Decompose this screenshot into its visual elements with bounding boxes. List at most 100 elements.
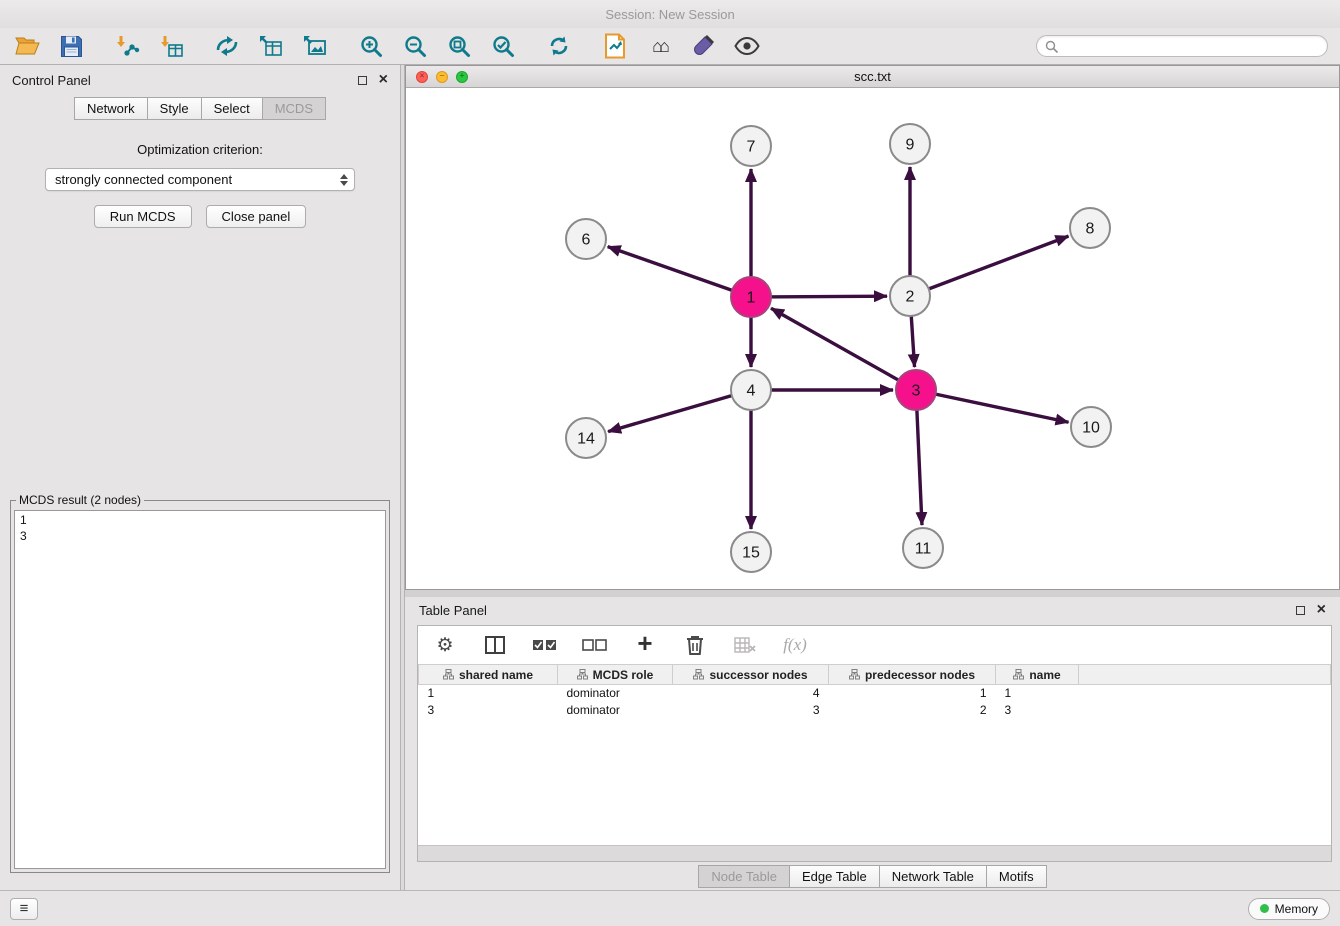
export-network-button[interactable]	[212, 31, 242, 61]
style-button[interactable]	[688, 31, 718, 61]
control-panel: Control Panel × NetworkStyleSelectMCDS O…	[0, 65, 400, 890]
dropdown-arrows-icon	[340, 174, 350, 186]
import-network-button[interactable]	[112, 31, 142, 61]
column-header-shared-name[interactable]: shared name	[419, 665, 558, 685]
window-minimize-button[interactable]: −	[436, 71, 448, 83]
remove-table-button[interactable]	[730, 632, 760, 658]
table-cell[interactable]: 1	[996, 685, 1079, 702]
table-cell[interactable]: 3	[419, 702, 558, 719]
tab-motifs[interactable]: Motifs	[986, 865, 1047, 888]
graph-node-3[interactable]: 3	[896, 370, 936, 410]
save-session-button[interactable]	[56, 31, 86, 61]
run-mcds-button[interactable]: Run MCDS	[94, 205, 192, 228]
table-cell[interactable]: dominator	[558, 685, 673, 702]
refresh-icon	[547, 34, 571, 58]
graph-edge-3-1[interactable]	[771, 308, 916, 390]
graph-edge-2-8[interactable]	[910, 236, 1068, 296]
close-table-panel-icon[interactable]: ×	[1317, 602, 1326, 618]
delete-column-button[interactable]	[680, 632, 710, 658]
import-table-icon	[158, 34, 184, 58]
add-column-button[interactable]: +	[630, 632, 660, 658]
float-table-panel-icon[interactable]	[1296, 606, 1305, 615]
function-builder-button[interactable]: f(x)	[780, 632, 810, 658]
zoom-fit-icon	[447, 34, 471, 58]
task-history-button[interactable]: ≡	[10, 898, 38, 920]
zoom-fit-button[interactable]	[444, 31, 474, 61]
table-cell[interactable]: 3	[996, 702, 1079, 719]
search-icon	[1045, 40, 1058, 53]
trash-icon	[686, 635, 704, 655]
tab-edge-table[interactable]: Edge Table	[789, 865, 879, 888]
column-header-predecessor-nodes[interactable]: predecessor nodes	[829, 665, 996, 685]
zoom-in-icon	[359, 34, 383, 58]
graph-node-2[interactable]: 2	[890, 276, 930, 316]
column-tree-icon	[1013, 669, 1024, 680]
zoom-out-button[interactable]	[400, 31, 430, 61]
split-panel-button[interactable]	[480, 632, 510, 658]
mcds-result-area[interactable]: 13	[14, 510, 386, 869]
tab-style[interactable]: Style	[147, 97, 201, 120]
graph-node-7[interactable]: 7	[731, 126, 771, 166]
tab-node-table[interactable]: Node Table	[698, 865, 789, 888]
table-cell[interactable]: 3	[673, 702, 829, 719]
export-table-button[interactable]	[256, 31, 286, 61]
close-panel-icon[interactable]: ×	[379, 72, 388, 88]
tab-network-table[interactable]: Network Table	[879, 865, 986, 888]
table-cell[interactable]: 1	[419, 685, 558, 702]
show-hide-button[interactable]	[732, 31, 762, 61]
graph-node-8[interactable]: 8	[1070, 208, 1110, 248]
table-row[interactable]: 3dominator323	[419, 702, 1331, 719]
export-image-button[interactable]	[300, 31, 330, 61]
graph-node-11[interactable]: 11	[903, 528, 943, 568]
table-row[interactable]: 1dominator411	[419, 685, 1331, 702]
graph-node-1[interactable]: 1	[731, 277, 771, 317]
home-button[interactable]: ⌂⌂	[644, 31, 674, 61]
paint-brush-icon	[691, 34, 715, 58]
table-settings-button[interactable]: ⚙	[430, 632, 460, 658]
network-window-titlebar[interactable]: × − + scc.txt	[406, 66, 1339, 88]
apply-layout-button[interactable]	[544, 31, 574, 61]
column-header-name[interactable]: name	[996, 665, 1079, 685]
open-session-button[interactable]	[12, 31, 42, 61]
memory-button[interactable]: Memory	[1248, 898, 1330, 920]
graph-edge-1-6[interactable]	[608, 247, 751, 297]
table-cell[interactable]: 4	[673, 685, 829, 702]
select-all-button[interactable]	[530, 632, 560, 658]
graph-edge-4-14[interactable]	[608, 390, 751, 432]
close-mcds-panel-button[interactable]: Close panel	[206, 205, 307, 228]
tab-select[interactable]: Select	[201, 97, 262, 120]
graph-node-6[interactable]: 6	[566, 219, 606, 259]
tab-mcds[interactable]: MCDS	[262, 97, 326, 120]
save-icon	[60, 35, 83, 58]
search-input[interactable]	[1064, 39, 1319, 53]
mcds-result-box: MCDS result (2 nodes) 13	[10, 493, 390, 873]
column-tree-icon	[443, 669, 454, 680]
app-title-bar[interactable]: Session: New Session	[0, 0, 1340, 28]
graph-edge-3-10[interactable]	[916, 390, 1068, 422]
search-box[interactable]	[1036, 35, 1328, 57]
report-button[interactable]	[600, 31, 630, 61]
column-header-successor-nodes[interactable]: successor nodes	[673, 665, 829, 685]
zoom-selected-button[interactable]	[488, 31, 518, 61]
table-cell[interactable]: 1	[829, 685, 996, 702]
graph-node-4[interactable]: 4	[731, 370, 771, 410]
network-canvas[interactable]: 7 9 6 8 1 2 4 3 14 10 15 11	[406, 88, 1339, 588]
graph-node-15[interactable]: 15	[731, 532, 771, 572]
graph-node-9[interactable]: 9	[890, 124, 930, 164]
control-panel-tabs: NetworkStyleSelectMCDS	[0, 97, 400, 120]
column-header-MCDS-role[interactable]: MCDS role	[558, 665, 673, 685]
import-table-button[interactable]	[156, 31, 186, 61]
window-zoom-button[interactable]: +	[456, 71, 468, 83]
deselect-all-button[interactable]	[580, 632, 610, 658]
table-cell[interactable]: dominator	[558, 702, 673, 719]
main-toolbar: ⌂⌂	[0, 28, 1340, 65]
tab-network[interactable]: Network	[74, 97, 147, 120]
graph-node-10[interactable]: 10	[1071, 407, 1111, 447]
window-close-button[interactable]: ×	[416, 71, 428, 83]
float-panel-icon[interactable]	[358, 76, 367, 85]
table-cell[interactable]: 2	[829, 702, 996, 719]
graph-node-14[interactable]: 14	[566, 418, 606, 458]
criterion-dropdown[interactable]: strongly connected component	[45, 168, 355, 191]
horizontal-scrollbar[interactable]	[418, 845, 1331, 861]
zoom-in-button[interactable]	[356, 31, 386, 61]
